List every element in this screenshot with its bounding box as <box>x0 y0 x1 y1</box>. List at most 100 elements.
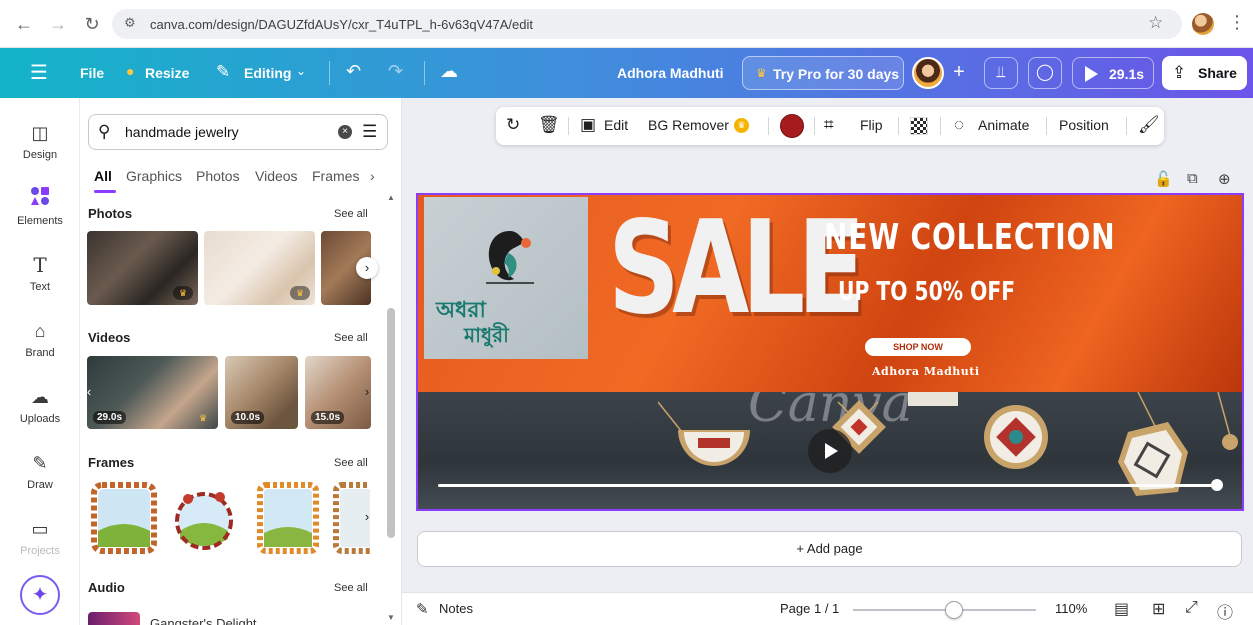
zoom-level[interactable]: 110% <box>1055 601 1087 616</box>
brand-logo-image[interactable]: অধরা মাধুরী <box>424 197 588 359</box>
tab-frames[interactable]: Frames <box>312 168 359 184</box>
insights-chart-icon[interactable]: ⫫ <box>984 57 1018 89</box>
browser-profile-avatar[interactable] <box>1192 13 1214 35</box>
new-collection-headline[interactable]: NEW COLLECTION <box>824 217 1115 258</box>
search-input[interactable] <box>125 121 315 143</box>
see-all-frames-link[interactable]: See all <box>334 457 368 469</box>
position-button[interactable]: Position <box>1059 117 1109 133</box>
back-arrow-icon[interactable]: ← <box>12 12 36 36</box>
video-thumbnail[interactable]: 10.0s <box>225 356 298 429</box>
photo-thumbnail[interactable]: ♛ <box>204 231 315 305</box>
color-swatch[interactable] <box>780 114 804 138</box>
video-progress-knob[interactable] <box>1211 479 1223 491</box>
bookmark-star-icon[interactable]: ☆ <box>1148 13 1163 33</box>
chevron-right-icon[interactable]: › <box>356 257 378 279</box>
frame-thumbnail[interactable] <box>254 481 322 555</box>
panel-scroll-thumb[interactable] <box>387 308 395 538</box>
rail-item-draw[interactable]: ✎ Draw <box>0 450 80 510</box>
transparency-icon[interactable] <box>910 117 928 135</box>
fullscreen-icon[interactable]: ⤢ <box>1185 599 1198 617</box>
paint-roller-icon[interactable]: 🖌 <box>1138 115 1160 135</box>
hamburger-menu-icon[interactable]: ☰ <box>30 60 48 85</box>
design-title[interactable]: Adhora Madhuti <box>617 65 724 81</box>
design-page[interactable]: অধরা মাধুরী SALE NEW COLLECTION UP TO 50… <box>416 193 1244 511</box>
tab-videos[interactable]: Videos <box>255 168 298 184</box>
user-avatar[interactable] <box>912 57 944 89</box>
photo-thumbnail[interactable]: ♛ <box>87 231 198 305</box>
brand-caption[interactable]: Adhora Madhuti <box>872 365 980 378</box>
discount-text[interactable]: UP TO 50% OFF <box>838 277 1015 307</box>
zoom-slider-knob[interactable] <box>944 601 963 619</box>
tab-photos[interactable]: Photos <box>196 168 240 184</box>
chevron-right-icon[interactable]: › <box>356 506 378 528</box>
chevron-right-icon[interactable]: › <box>356 381 378 403</box>
filter-sliders-icon[interactable]: ☰ <box>362 122 377 142</box>
replace-icon[interactable]: ↻ <box>506 115 520 135</box>
chevron-left-icon[interactable]: ‹ <box>80 381 98 403</box>
lock-icon[interactable]: 🔓 <box>1154 170 1173 188</box>
video-play-button[interactable] <box>808 429 852 473</box>
thumbnail-view-icon[interactable]: ⊞ <box>1152 599 1165 619</box>
video-thumbnail[interactable]: 29.0s ♛ <box>87 356 218 429</box>
add-page-icon[interactable]: ⊕ <box>1218 170 1231 188</box>
bg-remover-button[interactable]: BG Remover <box>648 117 729 133</box>
search-box[interactable]: ⚲ × ☰ <box>88 114 388 150</box>
resize-button[interactable]: Resize <box>145 65 189 81</box>
share-button[interactable]: ⇪ Share <box>1162 56 1247 90</box>
invite-plus-icon[interactable]: + <box>944 57 974 89</box>
audio-track-title[interactable]: Gangster's Delight <box>150 616 257 625</box>
rail-item-brand[interactable]: ⌂ Brand <box>0 318 80 378</box>
see-all-audio-link[interactable]: See all <box>334 582 368 594</box>
notes-icon[interactable]: ✎ <box>416 600 429 618</box>
sale-banner-background[interactable]: অধরা মাধুরী SALE NEW COLLECTION UP TO 50… <box>418 195 1242 392</box>
present-play-button[interactable]: 29.1s <box>1072 57 1154 89</box>
rail-label: Uploads <box>19 413 61 425</box>
cloud-saved-icon[interactable]: ☁ <box>440 61 458 82</box>
rail-item-design[interactable]: ◫ Design <box>0 120 80 180</box>
help-icon[interactable]: ⓘ <box>1217 599 1233 623</box>
jewelry-video-element[interactable]: Canva <box>418 392 1242 509</box>
undo-icon[interactable]: ↶ <box>346 61 361 82</box>
tab-all[interactable]: All <box>94 168 112 184</box>
notes-button[interactable]: Notes <box>439 601 473 616</box>
file-menu[interactable]: File <box>80 65 104 81</box>
flip-button[interactable]: Flip <box>860 117 883 133</box>
page-indicator[interactable]: Page 1 / 1 <box>780 601 839 616</box>
edit-button[interactable]: Edit <box>604 117 628 133</box>
scroll-up-icon[interactable]: ▲ <box>387 193 395 202</box>
frame-thumbnail[interactable] <box>170 481 238 555</box>
animate-button[interactable]: Animate <box>978 117 1029 133</box>
sale-headline[interactable]: SALE <box>608 205 866 333</box>
rail-item-uploads[interactable]: ☁ Uploads <box>0 384 80 444</box>
magic-sparkle-button[interactable]: ✦ <box>20 575 60 615</box>
frame-thumbnail[interactable] <box>90 481 158 555</box>
clear-search-icon[interactable]: × <box>338 125 352 139</box>
video-progress-track[interactable] <box>438 484 1218 487</box>
rail-item-text[interactable]: T Text <box>0 252 80 312</box>
comment-icon[interactable]: ◯ <box>1028 57 1062 89</box>
audio-cover[interactable] <box>88 612 140 625</box>
chevron-right-icon[interactable]: › <box>370 168 375 184</box>
add-page-button[interactable]: + Add page <box>417 531 1242 567</box>
scroll-down-icon[interactable]: ▼ <box>387 613 395 622</box>
tab-graphics[interactable]: Graphics <box>126 168 182 184</box>
rail-item-elements[interactable]: Elements <box>0 186 80 246</box>
chevron-down-icon[interactable]: ⌄ <box>296 64 306 78</box>
duplicate-page-icon[interactable]: ⧉ <box>1187 170 1198 187</box>
try-pro-button[interactable]: ♛ Try Pro for 30 days <box>742 56 904 90</box>
forward-arrow-icon[interactable]: → <box>46 12 70 36</box>
editing-mode-button[interactable]: Editing <box>244 65 291 81</box>
redo-icon[interactable]: ↷ <box>388 61 403 82</box>
grid-view-icon[interactable]: ▤ <box>1114 599 1129 619</box>
browser-menu-icon[interactable]: ⋮ <box>1228 12 1246 33</box>
address-bar[interactable]: ⚙ canva.com/design/DAGUZfdAUsY/cxr_T4uTP… <box>112 9 1182 39</box>
see-all-photos-link[interactable]: See all <box>334 208 368 220</box>
trash-icon[interactable]: 🗑 <box>538 115 560 135</box>
panel-scrollbar[interactable]: ▲ ▼ <box>385 193 397 623</box>
see-all-videos-link[interactable]: See all <box>334 332 368 344</box>
shop-now-button[interactable]: SHOP NOW <box>865 338 971 356</box>
reload-icon[interactable]: ↻ <box>80 12 104 36</box>
crop-icon[interactable]: ⌗ <box>824 115 834 135</box>
rail-item-projects[interactable]: ▭ Projects <box>0 516 80 556</box>
site-info-icon[interactable]: ⚙ <box>124 15 136 31</box>
